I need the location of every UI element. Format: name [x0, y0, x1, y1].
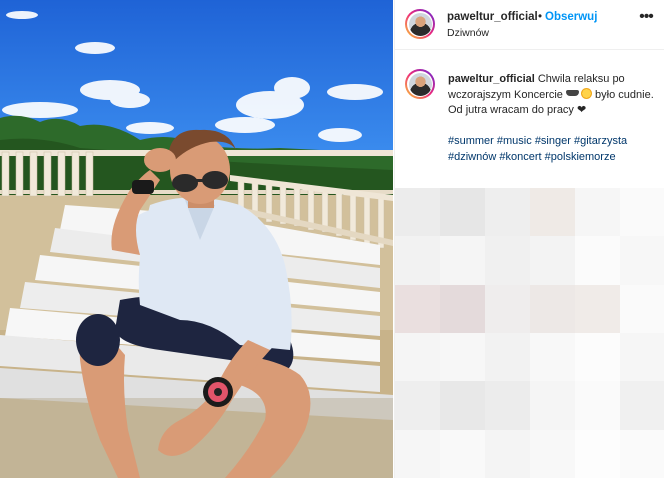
hashtag-link[interactable]: #singer	[535, 135, 571, 147]
ellipsis-icon[interactable]: •••	[637, 9, 655, 26]
sun-emoji-icon	[580, 87, 592, 99]
location-link[interactable]: Dziwnów	[447, 27, 489, 39]
hashtag-link[interactable]: #dziwnów	[448, 151, 496, 163]
avatar-image	[408, 12, 432, 36]
caption-text-3: Od jutra wracam do pracy	[448, 104, 574, 116]
sunglasses-emoji-icon	[565, 89, 579, 96]
hashtag-link[interactable]: #music	[497, 135, 532, 147]
hashtag-link[interactable]: #gitarzysta	[574, 135, 627, 147]
caption-text-2: było cudnie.	[595, 88, 654, 101]
author-username[interactable]: paweltur_official	[447, 11, 538, 23]
caption-username[interactable]: paweltur_official	[448, 73, 535, 85]
heart-icon: ❤	[577, 104, 587, 116]
follow-button[interactable]: Obserwuj	[545, 11, 597, 23]
photo-illustration	[0, 11, 393, 478]
post-header: paweltur_official • Obserwuj Dziwnów •••	[395, 0, 664, 50]
hashtag-link[interactable]: #koncert	[499, 151, 541, 163]
caption-avatar[interactable]	[405, 69, 435, 99]
hashtag-link[interactable]: #summer	[448, 135, 494, 147]
avatar-image	[408, 72, 432, 96]
hashtag-link[interactable]: #polskiemorze	[545, 151, 616, 163]
post-caption: paweltur_official Chwila relaksu po wczo…	[448, 72, 660, 165]
post-photo[interactable]	[0, 0, 393, 478]
pixelated-comments-area	[395, 188, 664, 478]
post-side-panel: paweltur_official • Obserwuj Dziwnów •••…	[394, 0, 664, 478]
header-separator: •	[538, 11, 543, 23]
author-avatar[interactable]	[405, 9, 435, 39]
